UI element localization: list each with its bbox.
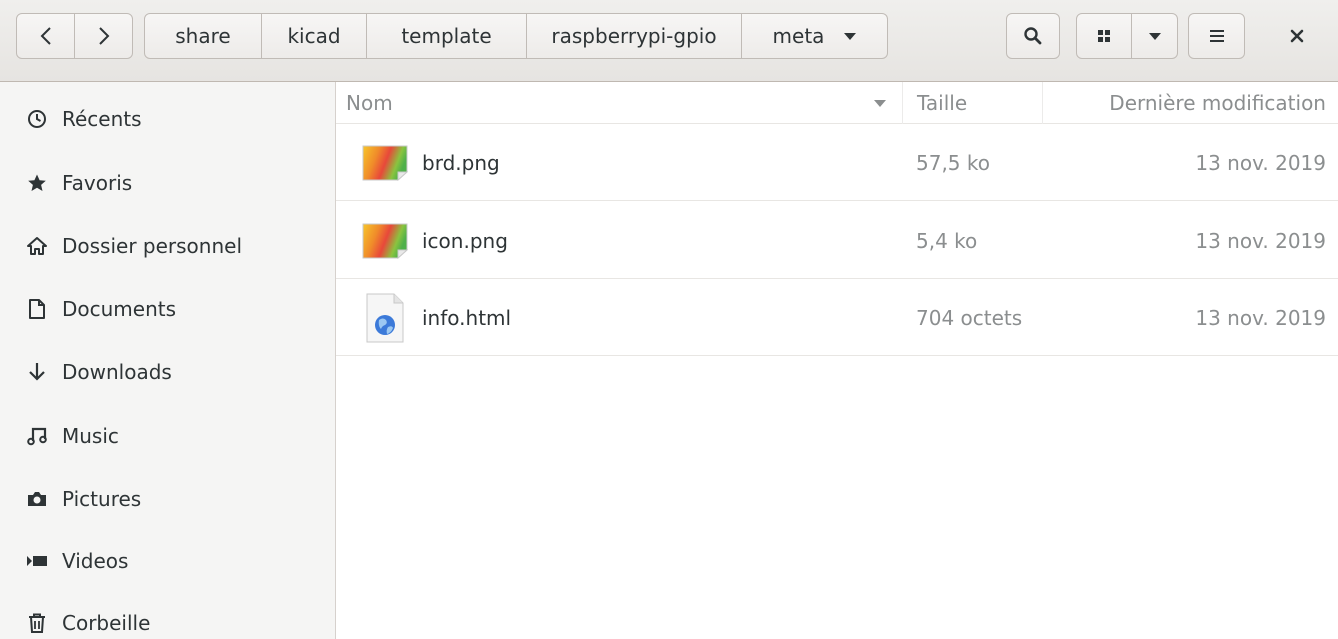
back-button[interactable] bbox=[16, 13, 75, 59]
sidebar-item-downloads[interactable]: Downloads bbox=[0, 341, 335, 403]
clock-icon bbox=[26, 108, 48, 130]
sidebar-item-label: Pictures bbox=[62, 487, 142, 511]
breadcrumb-raspberrypi-gpio[interactable]: raspberrypi-gpio bbox=[527, 13, 742, 59]
menu-button[interactable] bbox=[1188, 13, 1245, 59]
sidebar-item-label: Dossier personnel bbox=[62, 234, 243, 258]
sidebar-item-music[interactable]: Music bbox=[0, 405, 335, 467]
chevron-right-icon bbox=[98, 27, 109, 45]
file-modified: 13 nov. 2019 bbox=[1195, 150, 1326, 175]
file-modified: 13 nov. 2019 bbox=[1195, 305, 1326, 330]
navigation-buttons bbox=[16, 13, 134, 59]
sidebar-item-favoris[interactable]: Favoris bbox=[0, 152, 335, 214]
table-row[interactable]: info.html 704 octets 13 nov. 2019 bbox=[336, 279, 1338, 356]
document-icon bbox=[26, 298, 48, 320]
image-file-icon bbox=[362, 145, 408, 182]
column-header: Nom Taille Dernière modification bbox=[336, 82, 1338, 124]
forward-button[interactable] bbox=[74, 13, 133, 59]
camera-icon bbox=[26, 488, 48, 510]
chevron-down-icon bbox=[1148, 33, 1161, 40]
close-icon bbox=[1290, 29, 1304, 43]
sidebar-item-recents[interactable]: Récents bbox=[0, 88, 335, 150]
sidebar-item-label: Favoris bbox=[62, 171, 133, 195]
hamburger-menu-icon bbox=[1209, 30, 1224, 42]
breadcrumb-meta[interactable]: meta bbox=[742, 13, 888, 59]
trash-icon bbox=[26, 612, 48, 634]
table-row[interactable]: icon.png 5,4 ko 13 nov. 2019 bbox=[336, 202, 1338, 279]
file-name: brd.png bbox=[422, 150, 500, 175]
grid-view-icon bbox=[1098, 30, 1110, 42]
sidebar-item-label: Videos bbox=[62, 549, 129, 573]
column-size[interactable]: Taille bbox=[902, 82, 1042, 124]
music-icon bbox=[26, 425, 48, 447]
sidebar-item-label: Récents bbox=[62, 107, 142, 131]
sort-descending-icon bbox=[874, 100, 886, 107]
grid-view-button[interactable] bbox=[1076, 13, 1132, 59]
image-file-icon bbox=[362, 223, 408, 260]
close-button[interactable] bbox=[1270, 13, 1324, 59]
search-button[interactable] bbox=[1006, 13, 1060, 59]
file-size: 704 octets bbox=[916, 305, 1023, 330]
file-list: Nom Taille Dernière modification brd.png… bbox=[336, 82, 1338, 639]
file-modified: 13 nov. 2019 bbox=[1195, 228, 1326, 253]
file-name: icon.png bbox=[422, 228, 508, 253]
sidebar-item-documents[interactable]: Documents bbox=[0, 278, 335, 340]
sidebar-item-corbeille[interactable]: Corbeille bbox=[0, 592, 335, 639]
html-file-icon bbox=[366, 293, 404, 343]
chevron-down-icon bbox=[844, 32, 857, 40]
column-modified[interactable]: Dernière modification bbox=[1042, 82, 1338, 124]
sidebar-item-dossier-personnel[interactable]: Dossier personnel bbox=[0, 215, 335, 277]
table-row[interactable]: brd.png 57,5 ko 13 nov. 2019 bbox=[336, 124, 1338, 201]
sidebar-item-videos[interactable]: Videos bbox=[0, 530, 335, 592]
sidebar-item-label: Documents bbox=[62, 297, 177, 321]
home-icon bbox=[26, 235, 48, 257]
column-name[interactable]: Nom bbox=[336, 82, 902, 124]
sidebar-item-label: Downloads bbox=[62, 360, 172, 384]
sidebar: Récents Favoris Dossier personnel Docume… bbox=[0, 82, 336, 639]
view-options bbox=[1076, 13, 1178, 59]
file-size: 57,5 ko bbox=[916, 150, 990, 175]
sidebar-item-label: Corbeille bbox=[62, 611, 151, 635]
header-bar: share kicad template raspberrypi-gpio me… bbox=[0, 0, 1338, 82]
search-icon bbox=[1024, 27, 1042, 45]
star-icon bbox=[26, 172, 48, 194]
breadcrumb-share[interactable]: share bbox=[144, 13, 262, 59]
breadcrumb: share kicad template raspberrypi-gpio me… bbox=[144, 13, 888, 59]
view-dropdown-button[interactable] bbox=[1131, 13, 1178, 59]
sidebar-item-pictures[interactable]: Pictures bbox=[0, 468, 335, 530]
download-icon bbox=[26, 361, 48, 383]
sidebar-item-label: Music bbox=[62, 424, 119, 448]
chevron-left-icon bbox=[40, 27, 51, 45]
breadcrumb-template[interactable]: template bbox=[367, 13, 527, 59]
breadcrumb-kicad[interactable]: kicad bbox=[262, 13, 367, 59]
file-name: info.html bbox=[422, 305, 512, 330]
video-icon bbox=[26, 550, 48, 572]
file-size: 5,4 ko bbox=[916, 228, 978, 253]
